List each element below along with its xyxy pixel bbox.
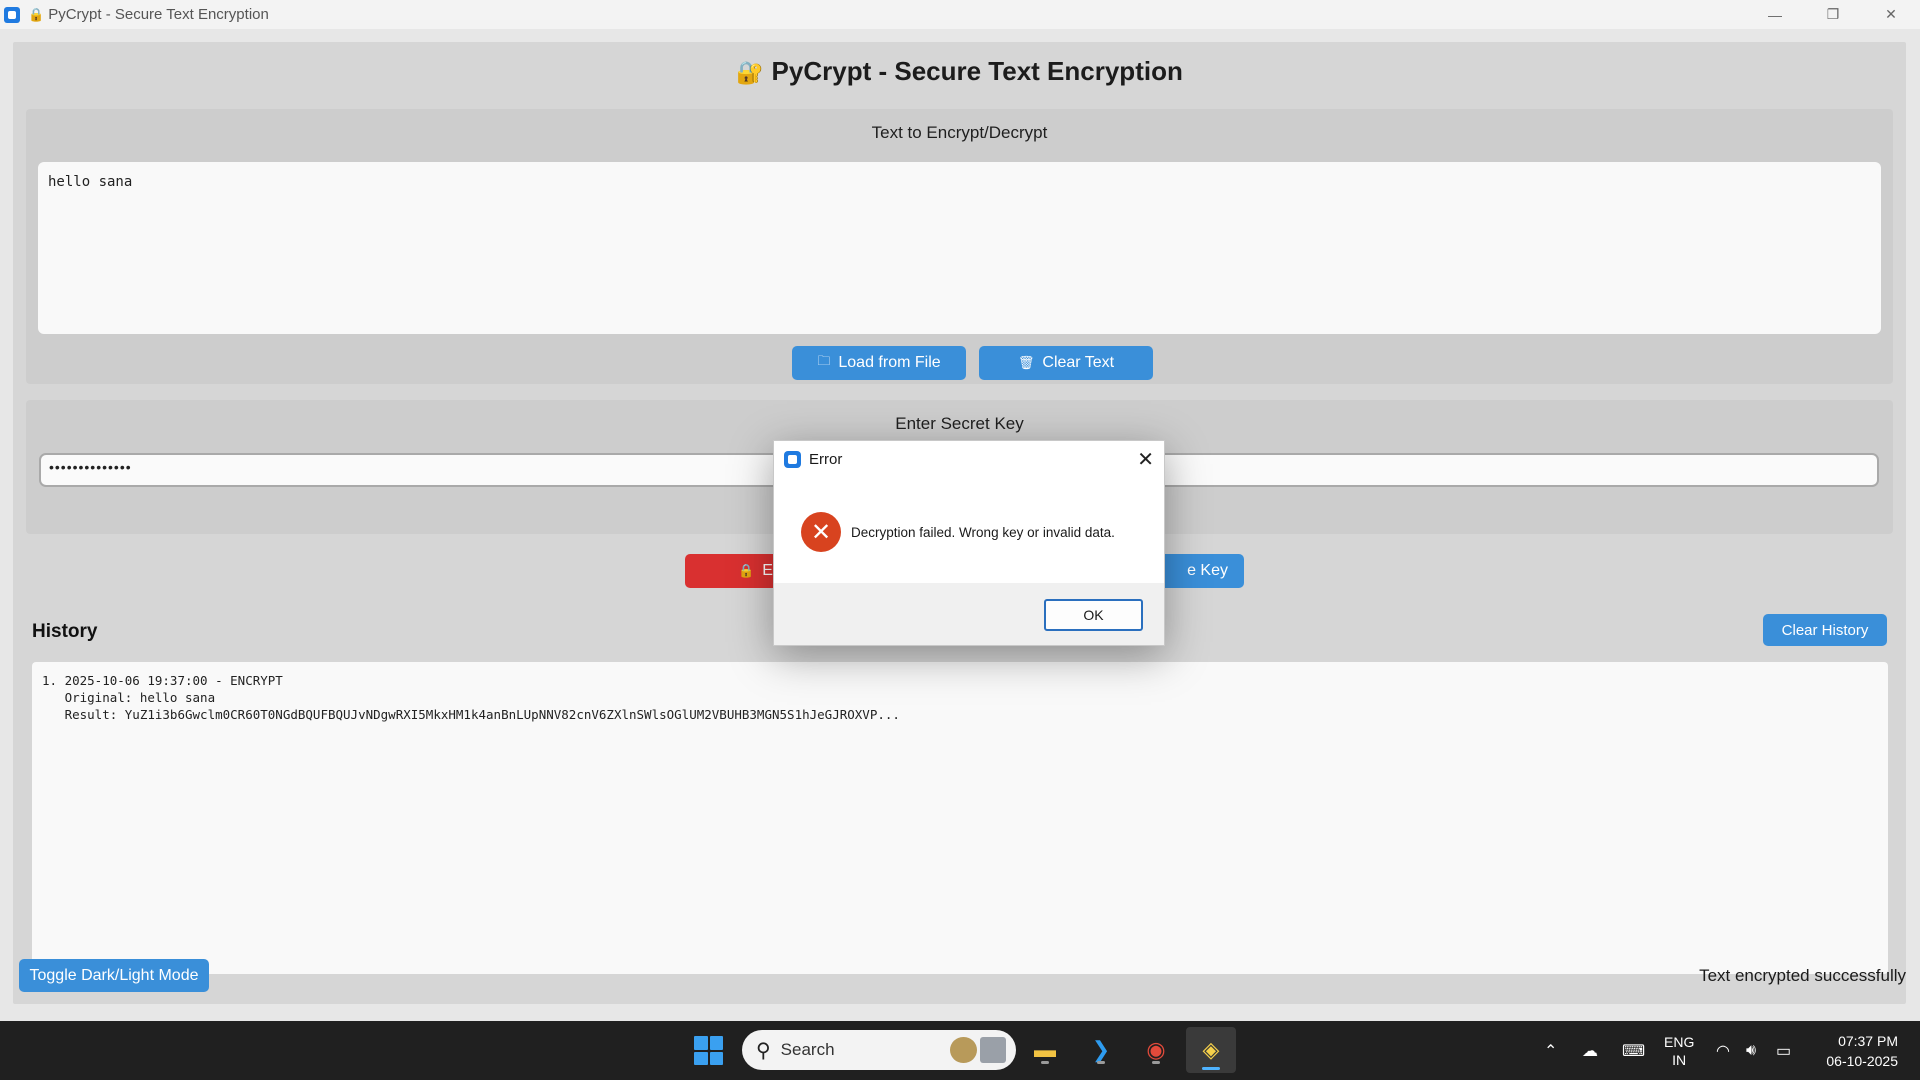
page-title: 🔐 PyCrypt - Secure Text Encryption [13, 56, 1906, 87]
clock-date: 06-10-2025 [1826, 1053, 1898, 1069]
lock-icon: 🔐 [736, 60, 764, 85]
wifi-icon[interactable]: ◠ [1716, 1021, 1730, 1080]
generate-key-label: e Key [1187, 562, 1228, 579]
taskbar-search[interactable]: ⚲ Search [742, 1030, 1016, 1070]
status-text: Text encrypted successfully [1699, 966, 1906, 985]
volume-icon[interactable]: 🔊︎ [1746, 1021, 1756, 1080]
toggle-theme-button[interactable]: Toggle Dark/Light Mode [19, 959, 209, 992]
folder-icon: 🗀 [817, 353, 831, 368]
lock-icon: 🔒 [28, 6, 45, 22]
search-icon: ⚲ [756, 1039, 771, 1062]
restore-button[interactable]: ❐ [1804, 0, 1862, 29]
taskbar: ⚲ Search ▬ ❯ ◉ ◈ ⌃ ☁ ⌨ ENG IN ◠ 🔊︎ ▭ 07:… [0, 1021, 1920, 1080]
chrome-icon[interactable]: ◉ [1139, 1033, 1173, 1067]
key-panel-label: Enter Secret Key [895, 414, 1024, 433]
text-input-area[interactable]: hello sana [38, 162, 1881, 334]
history-log[interactable]: 1. 2025-10-06 19:37:00 - ENCRYPT Origina… [32, 662, 1888, 974]
keyboard-icon[interactable]: ⌨ [1622, 1021, 1645, 1080]
clear-history-button[interactable]: Clear History [1763, 614, 1887, 646]
clock[interactable]: 07:37 PM 06-10-2025 [1826, 1031, 1898, 1071]
dialog-header: Error ✕ [774, 441, 1164, 477]
window-controls: — ❐ ✕ [1746, 0, 1920, 29]
text-panel-label: Text to Encrypt/Decrypt [871, 123, 1048, 142]
battery-icon[interactable]: ▭ [1776, 1021, 1791, 1080]
window-title: PyCrypt - Secure Text Encryption [48, 6, 269, 23]
page-title-text: PyCrypt - Secure Text Encryption [771, 56, 1183, 86]
language-label: ENG [1664, 1034, 1695, 1050]
dialog-message: Decryption failed. Wrong key or invalid … [851, 524, 1115, 540]
load-from-file-button[interactable]: 🗀 Load from File [792, 346, 966, 380]
window-titlebar: 🔒 PyCrypt - Secure Text Encryption — ❐ ✕ [0, 0, 1920, 29]
cloud-offline-icon[interactable]: ☁ [1582, 1021, 1598, 1080]
region-label: IN [1672, 1052, 1687, 1068]
load-from-file-label: Load from File [838, 354, 941, 371]
start-button[interactable] [694, 1036, 723, 1065]
search-highlight-icon [950, 1037, 1006, 1063]
vscode-icon[interactable]: ❯ [1084, 1033, 1118, 1067]
clock-time: 07:37 PM [1838, 1033, 1898, 1049]
python-app-icon[interactable]: ◈ [1186, 1027, 1236, 1073]
search-placeholder: Search [780, 1040, 835, 1059]
error-icon: ✕ [801, 512, 841, 552]
language-indicator[interactable]: ENG IN [1664, 1033, 1694, 1069]
minimize-button[interactable]: — [1746, 0, 1804, 29]
clear-text-button[interactable]: 🗑 Clear Text [979, 346, 1153, 380]
close-button[interactable]: ✕ [1862, 0, 1920, 29]
ok-button[interactable]: OK [1044, 599, 1143, 631]
error-dialog: Error ✕ ✕ Decryption failed. Wrong key o… [773, 440, 1165, 646]
lock-icon: 🔒 [738, 563, 755, 578]
dialog-body: ✕ Decryption failed. Wrong key or invali… [774, 477, 1164, 587]
dialog-close-button[interactable]: ✕ [1137, 447, 1154, 472]
dialog-title: Error [809, 450, 843, 468]
dialog-footer: OK [774, 583, 1164, 645]
app-icon [784, 450, 801, 468]
trash-icon: 🗑 [1017, 355, 1035, 370]
clear-text-label: Clear Text [1042, 354, 1115, 371]
text-panel: Text to Encrypt/Decrypt hello sana 🗀 Load… [26, 109, 1893, 384]
history-title: History [32, 621, 98, 642]
app-icon [4, 6, 20, 23]
file-explorer-icon[interactable]: ▬ [1028, 1033, 1062, 1067]
chevron-up-icon[interactable]: ⌃ [1544, 1021, 1557, 1080]
